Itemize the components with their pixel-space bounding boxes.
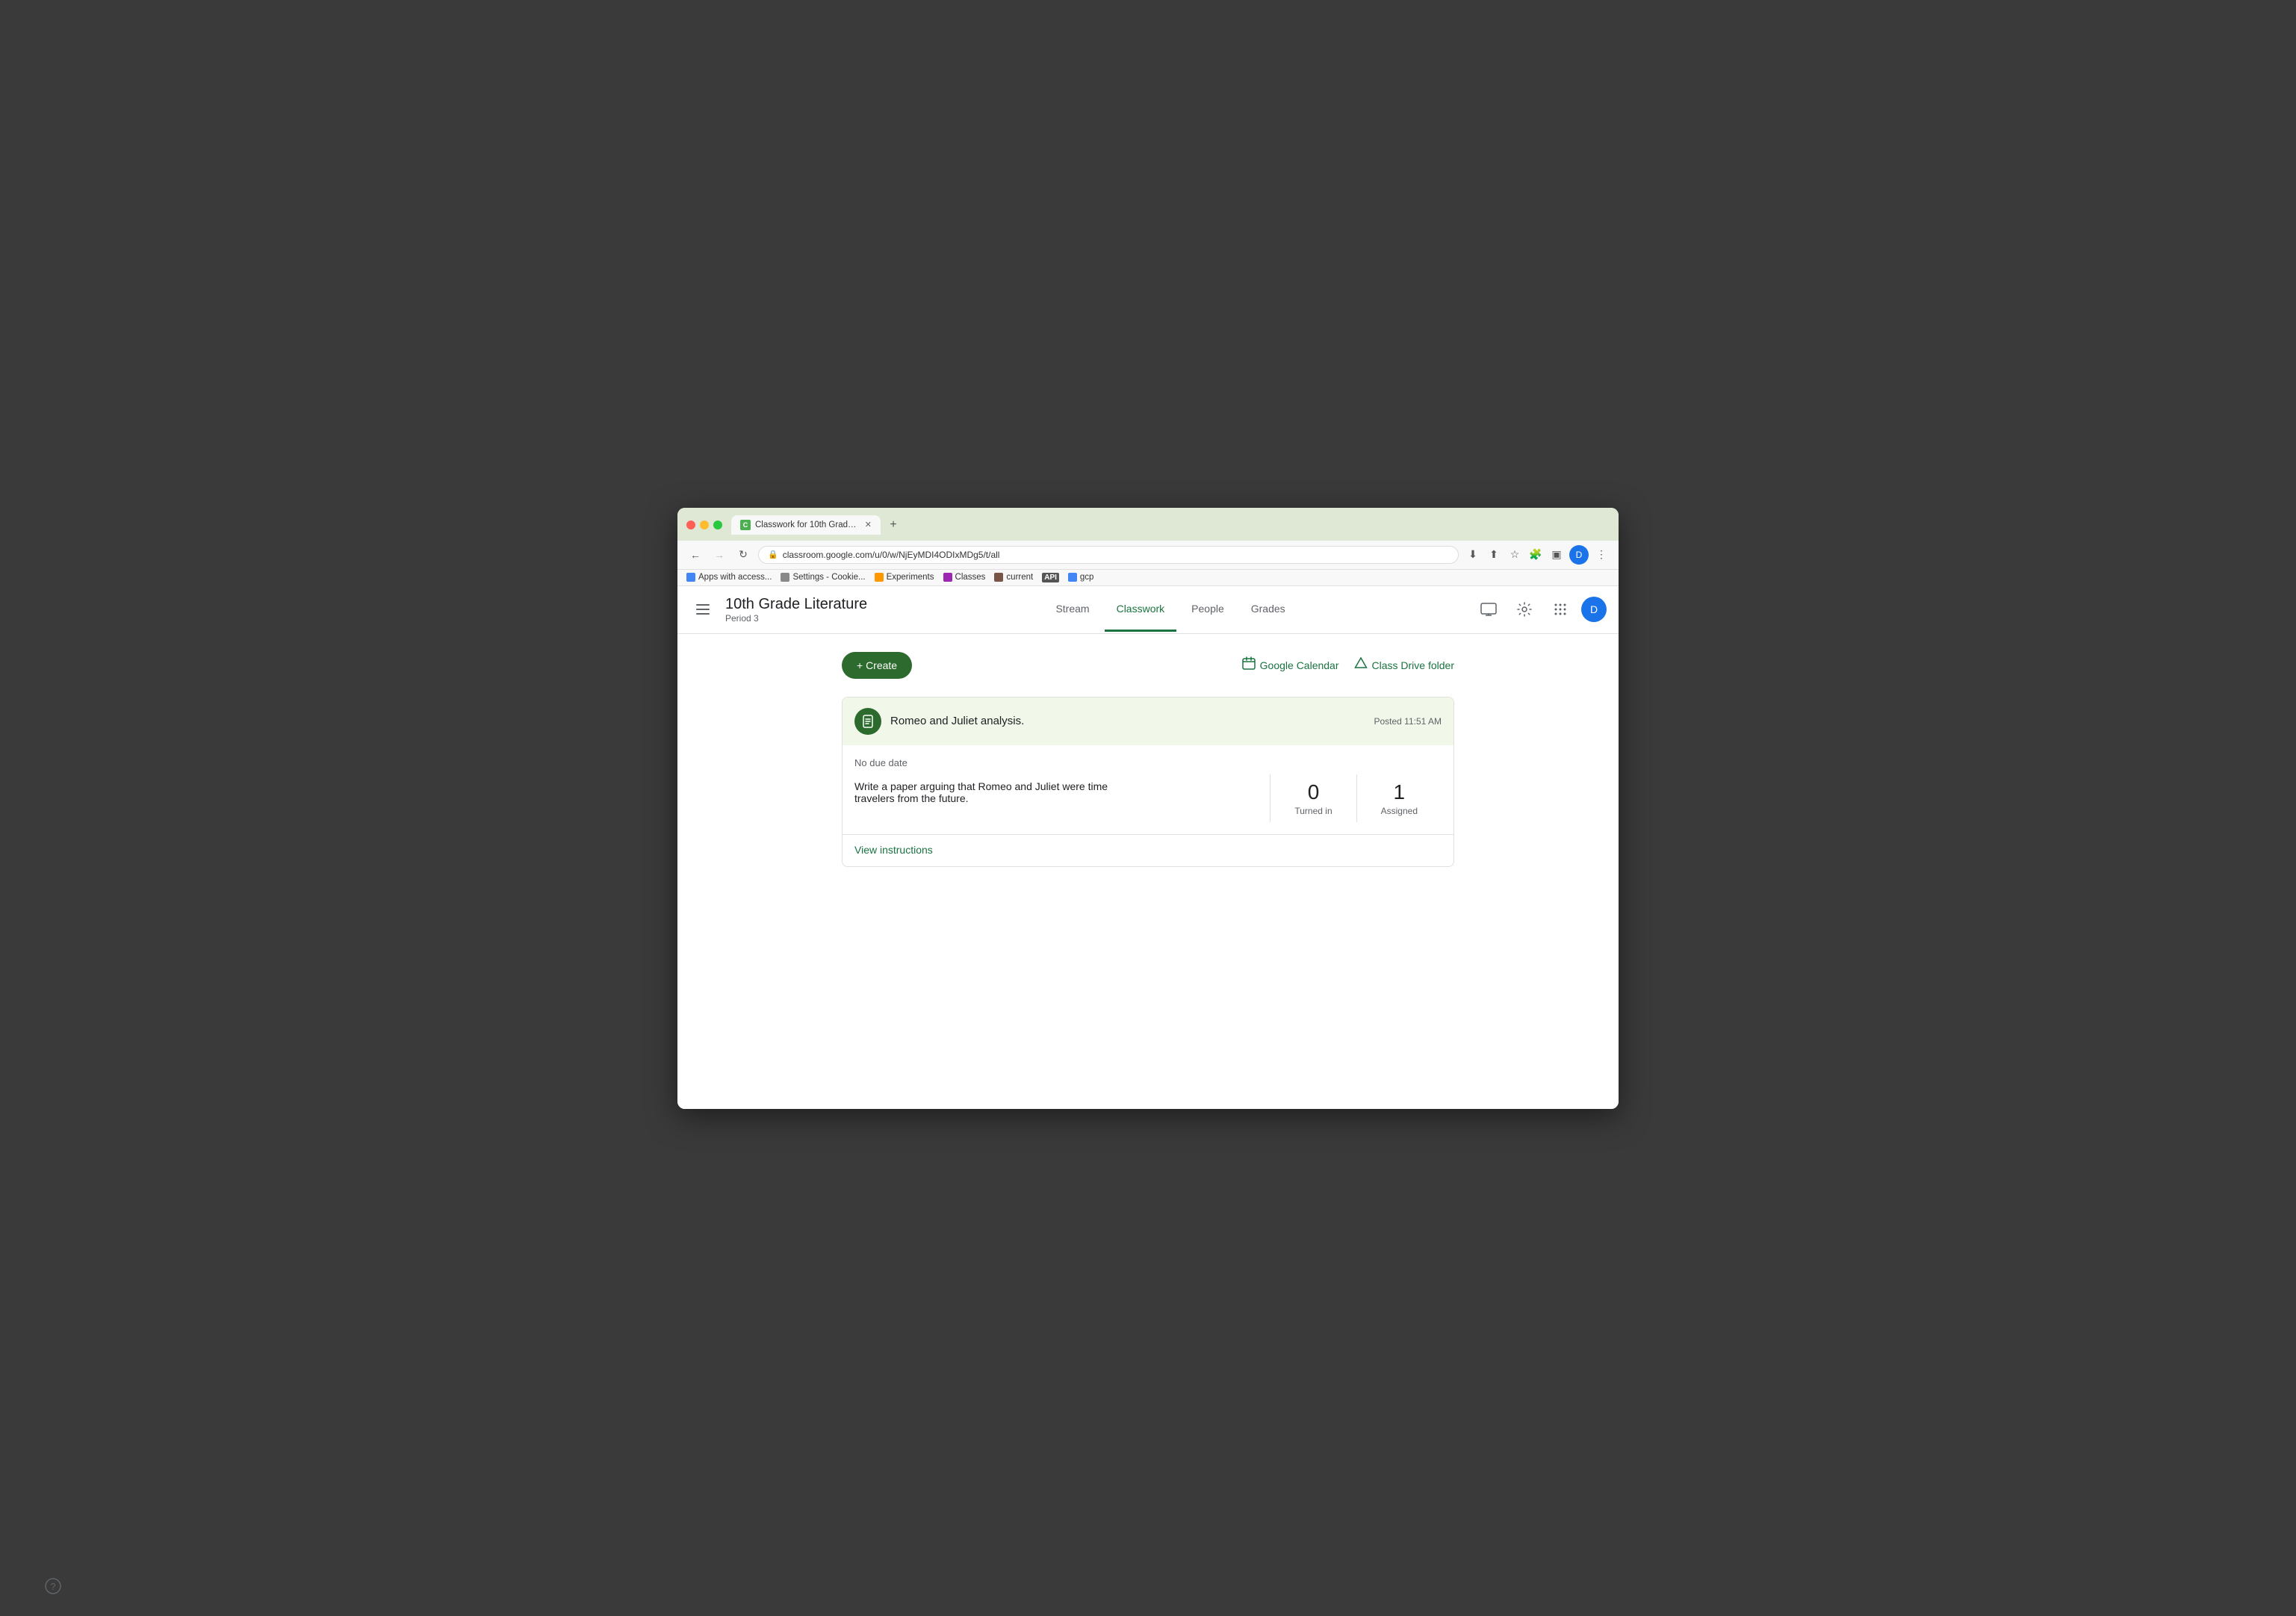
header-actions: D bbox=[1474, 594, 1607, 624]
address-bar-row: ← → ↻ 🔒 classroom.google.com/u/0/w/NjEyM… bbox=[677, 541, 1619, 570]
toolbar-links: Google Calendar Class Drive folder bbox=[1242, 656, 1454, 674]
download-icon[interactable]: ⬇ bbox=[1465, 547, 1481, 563]
bookmark-classes-label: Classes bbox=[955, 573, 986, 582]
minimize-window-button[interactable] bbox=[700, 520, 709, 529]
address-field[interactable]: 🔒 classroom.google.com/u/0/w/NjEyMDI4ODI… bbox=[758, 546, 1459, 564]
tab-close-button[interactable]: ✕ bbox=[865, 520, 872, 529]
bookmark-experiments-label: Experiments bbox=[887, 573, 934, 582]
tab-people[interactable]: People bbox=[1179, 588, 1236, 632]
tabs-row: C Classwork for 10th Grade Liter... ✕ + bbox=[731, 515, 1595, 535]
reload-button[interactable]: ↻ bbox=[734, 546, 752, 564]
active-tab[interactable]: C Classwork for 10th Grade Liter... ✕ bbox=[731, 515, 881, 535]
google-calendar-label: Google Calendar bbox=[1260, 659, 1339, 671]
classwork-area: + Create Google Calendar bbox=[812, 634, 1484, 885]
bookmark-settings-label: Settings - Cookie... bbox=[792, 573, 865, 582]
close-window-button[interactable] bbox=[686, 520, 695, 529]
tab-favicon: C bbox=[740, 520, 751, 530]
assigned-label: Assigned bbox=[1381, 806, 1418, 816]
sidebar-icon[interactable]: ▣ bbox=[1548, 547, 1565, 563]
class-drive-folder-label: Class Drive folder bbox=[1372, 659, 1454, 671]
class-drive-folder-link[interactable]: Class Drive folder bbox=[1354, 657, 1454, 673]
page-content: 10th Grade Literature Period 3 Stream Cl… bbox=[677, 586, 1619, 1109]
bookmark-settings[interactable]: Settings - Cookie... bbox=[781, 573, 865, 582]
bookmark-apps-label: Apps with access... bbox=[698, 573, 772, 582]
classwork-toolbar: + Create Google Calendar bbox=[842, 652, 1454, 679]
create-button[interactable]: + Create bbox=[842, 652, 912, 679]
assignment-stats: 0 Turned in 1 Assigned bbox=[1270, 774, 1442, 822]
browser-toolbar-icons: ⬇ ⬆ ☆ 🧩 ▣ D ⋮ bbox=[1465, 545, 1610, 565]
bookmark-api-badge: API bbox=[1042, 573, 1059, 582]
assignment-footer: View instructions bbox=[843, 834, 1453, 866]
main-nav: Stream Classwork People Grades bbox=[1043, 588, 1297, 632]
calendar-icon bbox=[1242, 656, 1256, 674]
user-avatar[interactable]: D bbox=[1581, 597, 1607, 622]
extension-icon[interactable]: 🧩 bbox=[1527, 547, 1544, 563]
assigned-stat: 1 Assigned bbox=[1356, 774, 1442, 822]
assignment-icon-wrap bbox=[854, 708, 881, 735]
assignment-header[interactable]: Romeo and Juliet analysis. Posted 11:51 … bbox=[843, 697, 1453, 745]
assignment-description-area: Write a paper arguing that Romeo and Jul… bbox=[854, 780, 1138, 816]
bookmark-experiments[interactable]: Experiments bbox=[875, 573, 934, 582]
share-icon[interactable]: ⬆ bbox=[1486, 547, 1502, 563]
present-icon[interactable] bbox=[1474, 594, 1504, 624]
apps-icon[interactable] bbox=[1545, 594, 1575, 624]
back-button[interactable]: ← bbox=[686, 546, 704, 564]
turned-in-stat: 0 Turned in bbox=[1270, 774, 1356, 822]
turned-in-count: 0 bbox=[1294, 780, 1332, 804]
bookmark-classes-favicon bbox=[943, 573, 952, 582]
browser-user-avatar[interactable]: D bbox=[1569, 545, 1589, 565]
bookmarks-bar: Apps with access... Settings - Cookie...… bbox=[677, 570, 1619, 586]
maximize-window-button[interactable] bbox=[713, 520, 722, 529]
assigned-count: 1 bbox=[1381, 780, 1418, 804]
assignment-body-row: Write a paper arguing that Romeo and Jul… bbox=[854, 774, 1442, 822]
title-bar: C Classwork for 10th Grade Liter... ✕ + bbox=[677, 508, 1619, 541]
bookmark-current-label: current bbox=[1006, 573, 1033, 582]
window-controls bbox=[686, 520, 722, 529]
view-instructions-link[interactable]: View instructions bbox=[854, 844, 933, 856]
assignment-card: Romeo and Juliet analysis. Posted 11:51 … bbox=[842, 697, 1454, 867]
menu-icon[interactable]: ⋮ bbox=[1593, 547, 1610, 563]
assignment-title: Romeo and Juliet analysis. bbox=[890, 715, 1374, 727]
bookmark-apps-favicon bbox=[686, 573, 695, 582]
forward-button[interactable]: → bbox=[710, 546, 728, 564]
bookmark-experiments-favicon bbox=[875, 573, 884, 582]
turned-in-label: Turned in bbox=[1294, 806, 1332, 816]
drive-icon bbox=[1354, 657, 1368, 673]
browser-window: C Classwork for 10th Grade Liter... ✕ + … bbox=[677, 508, 1619, 1109]
assignment-body: No due date Write a paper arguing that R… bbox=[843, 745, 1453, 834]
bookmark-icon[interactable]: ☆ bbox=[1507, 547, 1523, 563]
hamburger-button[interactable] bbox=[689, 596, 716, 623]
app-header: 10th Grade Literature Period 3 Stream Cl… bbox=[677, 586, 1619, 634]
bookmark-current[interactable]: current bbox=[994, 573, 1033, 582]
tab-grades[interactable]: Grades bbox=[1239, 588, 1297, 632]
bookmark-gcp-favicon bbox=[1068, 573, 1077, 582]
bookmark-apps[interactable]: Apps with access... bbox=[686, 573, 772, 582]
settings-icon[interactable] bbox=[1510, 594, 1539, 624]
class-period: Period 3 bbox=[725, 613, 867, 624]
tab-title: Classwork for 10th Grade Liter... bbox=[755, 520, 857, 529]
assignment-description: Write a paper arguing that Romeo and Jul… bbox=[854, 780, 1138, 804]
lock-icon: 🔒 bbox=[768, 550, 778, 559]
bookmark-settings-favicon bbox=[781, 573, 789, 582]
bookmark-gcp-label: gcp bbox=[1080, 573, 1094, 582]
bookmark-gcp[interactable]: gcp bbox=[1068, 573, 1094, 582]
url-text: classroom.google.com/u/0/w/NjEyMDI4ODIxM… bbox=[783, 550, 1000, 560]
tab-stream[interactable]: Stream bbox=[1043, 588, 1101, 632]
google-calendar-link[interactable]: Google Calendar bbox=[1242, 656, 1339, 674]
no-due-date: No due date bbox=[854, 757, 1442, 768]
bookmark-classes[interactable]: Classes bbox=[943, 573, 986, 582]
class-name: 10th Grade Literature bbox=[725, 596, 867, 613]
new-tab-button[interactable]: + bbox=[884, 515, 903, 535]
tab-classwork[interactable]: Classwork bbox=[1105, 588, 1177, 632]
class-info: 10th Grade Literature Period 3 bbox=[725, 596, 867, 624]
assignment-posted-time: Posted 11:51 AM bbox=[1374, 716, 1442, 727]
bookmark-current-favicon bbox=[994, 573, 1003, 582]
bookmark-api[interactable]: API bbox=[1042, 573, 1059, 582]
